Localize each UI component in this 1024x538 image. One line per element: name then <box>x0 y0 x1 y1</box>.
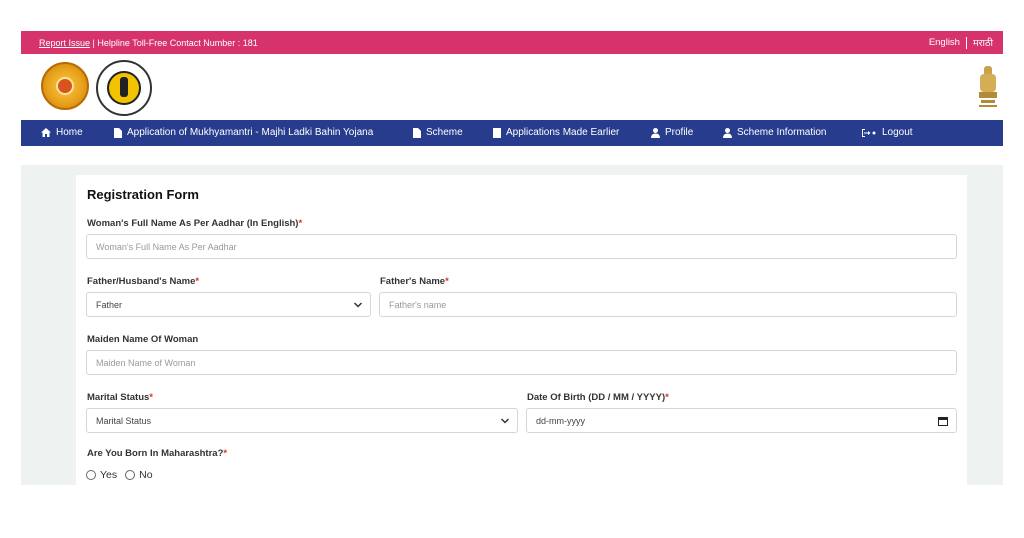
maiden-name-input[interactable]: Maiden Name of Woman <box>86 350 957 375</box>
main-navbar: Home Application of Mukhyamantri - Majhi… <box>21 120 1003 146</box>
report-issue-link[interactable]: Report Issue <box>39 38 90 48</box>
radio-yes-label[interactable]: Yes <box>100 469 117 481</box>
nav-profile[interactable]: Profile <box>651 127 693 138</box>
nav-applications-earlier-label: Applications Made Earlier <box>506 127 620 138</box>
sign-out-icon <box>862 128 876 137</box>
file-text-icon <box>493 127 501 138</box>
chevron-down-icon <box>501 417 509 424</box>
required-asterisk: * <box>298 218 303 229</box>
father-name-label: Father's Name* <box>380 276 449 287</box>
file-icon <box>413 127 421 138</box>
required-asterisk: * <box>195 276 200 287</box>
nav-application-label: Application of Mukhyamantri - Majhi Ladk… <box>127 127 374 138</box>
helpline-text: | Helpline Toll-Free Contact Number : 18… <box>92 37 258 48</box>
radio-no-label[interactable]: No <box>139 469 152 481</box>
marital-status-select[interactable]: Marital Status <box>86 408 518 433</box>
nav-applications-earlier[interactable]: Applications Made Earlier <box>493 127 619 138</box>
form-title: Registration Form <box>87 187 199 202</box>
marital-status-label: Marital Status* <box>87 392 153 403</box>
full-name-label-text: Woman's Full Name As Per Aadhar (In Engl… <box>87 218 299 229</box>
lang-english-link[interactable]: English <box>929 37 960 48</box>
maiden-name-placeholder: Maiden Name of Woman <box>96 357 196 368</box>
logo-row <box>21 54 1003 120</box>
dob-label-text: Date Of Birth (DD / MM / YYYY) <box>527 392 666 403</box>
full-name-label: Woman's Full Name As Per Aadhar (In Engl… <box>87 218 302 229</box>
user-info-icon <box>723 127 732 138</box>
full-name-input[interactable]: Woman's Full Name As Per Aadhar <box>86 234 957 259</box>
chevron-down-icon <box>354 301 362 308</box>
lang-separator <box>965 36 967 49</box>
relation-select-value: Father <box>96 299 123 310</box>
calendar-icon[interactable] <box>938 416 948 426</box>
dob-placeholder: dd-mm-yyyy <box>536 415 585 426</box>
nav-scheme-information[interactable]: Scheme Information <box>723 127 827 138</box>
relation-label: Father/Husband's Name* <box>87 276 199 287</box>
nav-logout-label: Logout <box>882 127 913 138</box>
nav-home[interactable]: Home <box>41 127 83 138</box>
required-asterisk: * <box>665 392 669 403</box>
maiden-name-label: Maiden Name Of Woman <box>87 334 198 345</box>
nav-profile-label: Profile <box>665 127 694 138</box>
radio-no[interactable] <box>125 470 136 480</box>
language-switch: English मराठी <box>929 36 993 49</box>
required-asterisk: * <box>149 392 153 403</box>
document-icon <box>114 127 122 138</box>
nav-scheme[interactable]: Scheme <box>413 127 463 138</box>
relation-select[interactable]: Father <box>86 292 371 317</box>
nav-scheme-label: Scheme <box>426 127 463 138</box>
born-maharashtra-label-text: Are You Born In Maharashtra? <box>87 448 224 459</box>
father-name-input[interactable]: Father's name <box>379 292 957 317</box>
born-maharashtra-radio-group: Yes No <box>86 469 153 481</box>
women-child-dept-logo <box>96 60 152 116</box>
marital-status-label-text: Marital Status <box>87 392 150 403</box>
required-asterisk: * <box>223 448 228 459</box>
dob-input[interactable]: dd-mm-yyyy <box>526 408 957 433</box>
father-name-placeholder: Father's name <box>389 299 447 310</box>
relation-label-text: Father/Husband's Name <box>87 276 196 287</box>
maharashtra-govt-logo <box>41 62 89 110</box>
user-icon <box>651 127 660 138</box>
lang-marathi-link[interactable]: मराठी <box>973 36 993 49</box>
nav-home-label: Home <box>56 127 83 138</box>
maiden-name-label-text: Maiden Name Of Woman <box>87 334 199 345</box>
dob-label: Date Of Birth (DD / MM / YYYY)* <box>527 392 669 403</box>
nav-scheme-information-label: Scheme Information <box>737 127 827 138</box>
nav-logout[interactable]: Logout <box>861 127 913 138</box>
national-emblem-icon <box>979 66 997 107</box>
born-maharashtra-label: Are You Born In Maharashtra?* <box>87 448 227 459</box>
topbar-left: Report Issue | Helpline Toll-Free Contac… <box>39 38 258 48</box>
required-asterisk: * <box>445 276 449 287</box>
full-name-placeholder: Woman's Full Name As Per Aadhar <box>96 241 237 252</box>
father-name-label-text: Father's Name <box>380 276 446 287</box>
top-bar: Report Issue | Helpline Toll-Free Contac… <box>21 31 1003 54</box>
nav-application[interactable]: Application of Mukhyamantri - Majhi Ladk… <box>114 127 373 138</box>
marital-status-select-value: Marital Status <box>96 415 152 426</box>
radio-yes[interactable] <box>86 470 96 480</box>
home-icon <box>41 128 51 137</box>
